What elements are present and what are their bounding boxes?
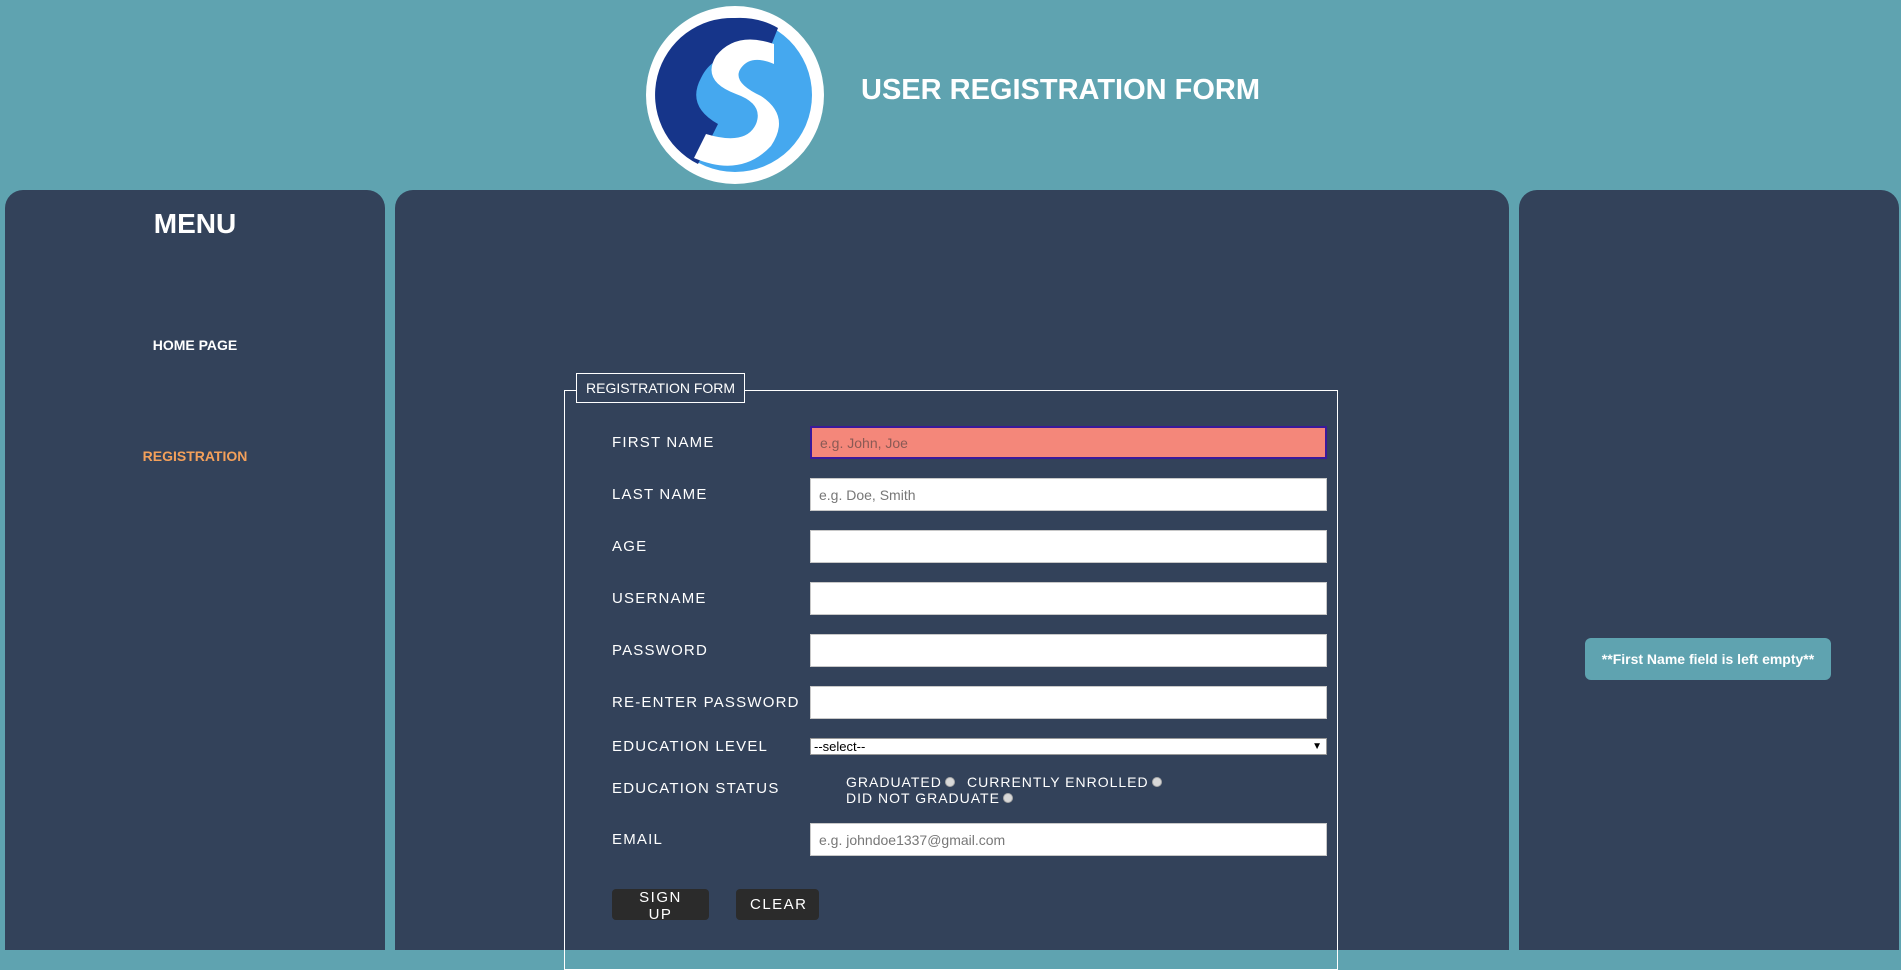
username-input[interactable] [810, 582, 1327, 615]
radio-option-graduated[interactable]: GRADUATED [846, 774, 955, 790]
education-status-label: EDUCATION STATUS [612, 780, 780, 797]
radio-option-did-not-graduate[interactable]: DID NOT GRADUATE [846, 790, 1013, 806]
first-name-label: FIRST NAME [612, 434, 715, 451]
email-label: EMAIL [612, 831, 664, 848]
education-level-label: EDUCATION LEVEL [612, 738, 769, 755]
radio-option-currently-enrolled[interactable]: CURRENTLY ENROLLED [967, 774, 1162, 790]
education-level-select[interactable]: --select-- ▼ [810, 738, 1327, 755]
reenter-password-input[interactable] [810, 686, 1327, 719]
reenter-password-label: RE-ENTER PASSWORD [612, 694, 800, 711]
page-title: USER REGISTRATION FORM [861, 74, 1261, 106]
sidebar-item-registration[interactable]: REGISTRATION [5, 448, 385, 464]
username-label: USERNAME [612, 590, 707, 607]
right-panel: **First Name field is left empty** [1519, 190, 1899, 950]
email-input[interactable] [810, 823, 1327, 856]
radio-label-graduated: GRADUATED [846, 774, 942, 790]
menu-title: MENU [153, 208, 237, 239]
sidebar-item-home-page[interactable]: HOME PAGE [5, 337, 385, 353]
password-label: PASSWORD [612, 642, 708, 659]
sidebar-menu: MENU HOME PAGE REGISTRATION [5, 190, 385, 950]
fieldset-legend: REGISTRATION FORM [576, 373, 746, 403]
last-name-input[interactable] [810, 478, 1327, 511]
sign-up-button[interactable]: SIGN UP [612, 889, 709, 923]
age-label: AGE [612, 538, 648, 555]
registration-fieldset [564, 390, 1338, 970]
dropdown-arrow-icon: ▼ [1312, 741, 1322, 752]
first-name-input[interactable] [810, 426, 1327, 459]
password-input[interactable] [810, 634, 1327, 667]
last-name-label: LAST NAME [612, 486, 708, 503]
validation-message: **First Name field is left empty** [1585, 638, 1831, 680]
site-header: USER REGISTRATION FORM [0, 0, 1901, 190]
radio-label-currently-enrolled: CURRENTLY ENROLLED [967, 774, 1149, 790]
radio-button-did-not-graduate[interactable] [1002, 793, 1013, 804]
clear-button[interactable]: CLEAR [736, 889, 819, 920]
education-level-selected: --select-- [814, 739, 866, 754]
age-input[interactable] [810, 530, 1327, 563]
radio-button-currently-enrolled[interactable] [1151, 777, 1162, 788]
radio-button-graduated[interactable] [944, 777, 955, 788]
main-content: REGISTRATION FORM FIRST NAME LAST NAME A… [395, 190, 1509, 970]
site-logo [646, 6, 824, 184]
radio-label-did-not-graduate: DID NOT GRADUATE [846, 790, 1000, 806]
